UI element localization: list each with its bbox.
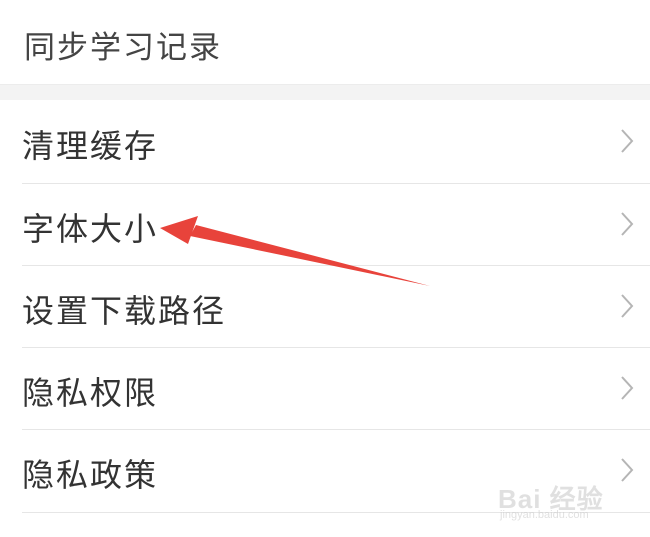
- baidu-jingyan-watermark: Bai 经验 jingyan.baidu.com: [498, 479, 628, 523]
- privacy-permissions-label: 隐私权限: [22, 374, 159, 412]
- privacy-permissions-item[interactable]: 隐私权限: [0, 348, 650, 430]
- watermark-sub: jingyan.baidu.com: [500, 509, 589, 521]
- privacy-policy-label: 隐私政策: [22, 456, 159, 494]
- section-gap: [0, 85, 650, 100]
- chevron-right-icon: [621, 212, 634, 236]
- clear-cache-item[interactable]: 清理缓存: [0, 101, 650, 183]
- download-path-label: 设置下载路径: [22, 292, 227, 330]
- font-size-item[interactable]: 字体大小: [0, 184, 650, 266]
- clear-cache-label: 清理缓存: [22, 127, 159, 165]
- chevron-right-icon: [621, 376, 634, 400]
- settings-screen: 同步学习记录 清理缓存 字体大小 设置下载路径 隐私权限 隐私政策 Bai 经验…: [0, 0, 650, 537]
- font-size-label: 字体大小: [22, 210, 159, 248]
- download-path-item[interactable]: 设置下载路径: [0, 266, 650, 348]
- chevron-right-icon: [621, 294, 634, 318]
- sync-learning-record-label: 同步学习记录: [24, 30, 222, 66]
- chevron-right-icon: [621, 129, 634, 153]
- sync-learning-record-item[interactable]: 同步学习记录: [0, 0, 650, 85]
